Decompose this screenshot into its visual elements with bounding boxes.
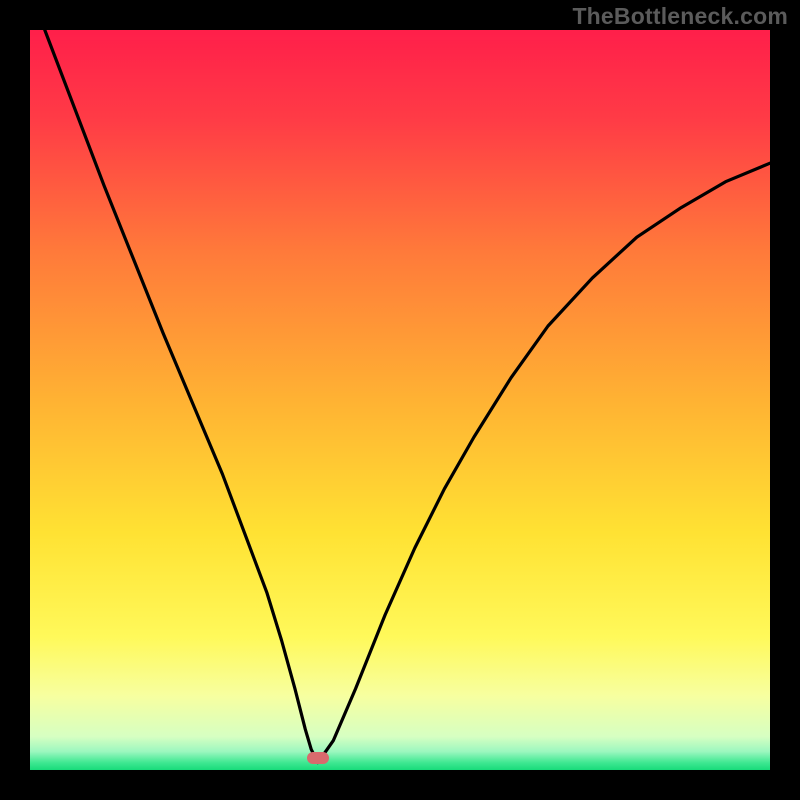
optimal-marker bbox=[307, 752, 329, 764]
bottleneck-curve bbox=[30, 30, 770, 770]
chart-frame: TheBottleneck.com bbox=[0, 0, 800, 800]
watermark-text: TheBottleneck.com bbox=[572, 3, 788, 30]
plot-area bbox=[30, 30, 770, 770]
